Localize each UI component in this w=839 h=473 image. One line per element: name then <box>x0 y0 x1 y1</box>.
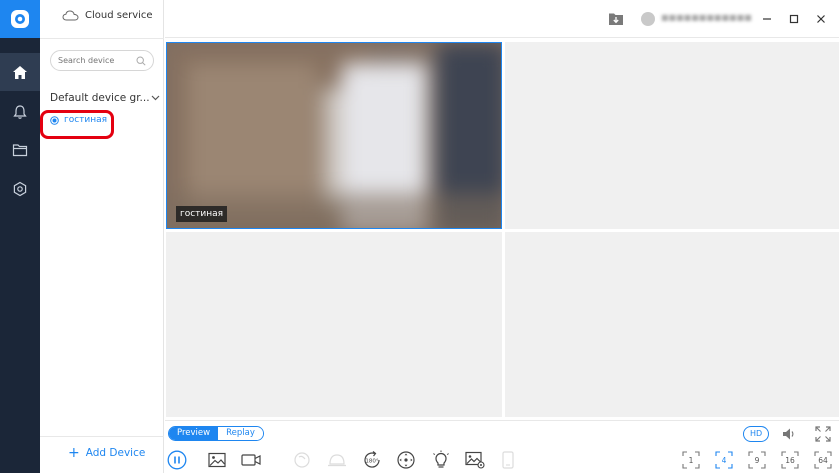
split-16-button[interactable]: 16 <box>781 451 799 469</box>
add-device-label: Add Device <box>85 447 146 459</box>
minimize-icon[interactable] <box>758 10 776 28</box>
search-input[interactable] <box>58 56 136 65</box>
split-64-button[interactable]: 64 <box>814 451 832 469</box>
cloud-icon <box>62 10 79 21</box>
split-9-label: 9 <box>754 455 760 465</box>
download-icon[interactable] <box>608 11 624 30</box>
username[interactable]: ■■■■■■■■■■■■ <box>661 13 752 22</box>
direction-icon[interactable] <box>396 450 416 470</box>
plus-icon: + <box>68 445 80 461</box>
ptz-icon <box>327 450 347 470</box>
app-logo-icon <box>0 0 40 38</box>
hd-toggle[interactable]: HD <box>743 426 770 442</box>
video-cell-4[interactable] <box>505 232 839 417</box>
pause-icon[interactable] <box>167 450 187 470</box>
maximize-icon[interactable] <box>785 10 803 28</box>
add-device-button[interactable]: + Add Device <box>68 445 146 461</box>
device-group-label: Default device gr... <box>50 92 150 104</box>
split-1-label: 1 <box>688 455 694 465</box>
svg-text:180°: 180° <box>365 459 378 465</box>
nav-rail <box>0 0 40 473</box>
divider <box>40 436 164 437</box>
annotation-highlight <box>40 110 114 139</box>
tab-replay[interactable]: Replay <box>218 427 263 440</box>
cloud-service-label: Cloud service <box>85 10 153 21</box>
light-icon[interactable] <box>431 450 451 470</box>
bell-icon[interactable] <box>0 93 40 131</box>
camera-name-label: гостиная <box>176 206 228 222</box>
video-cell-1[interactable]: гостиная <box>166 42 502 229</box>
tab-preview[interactable]: Preview <box>169 427 219 440</box>
cloud-service-button[interactable]: Cloud service <box>62 10 153 21</box>
snapshot-icon[interactable] <box>207 450 227 470</box>
record-icon[interactable] <box>241 450 261 470</box>
image-settings-icon[interactable] <box>465 450 485 470</box>
bottom-toolbar: Preview Replay HD 180° 1 4 9 16 64 <box>165 420 839 473</box>
phone-icon <box>498 450 518 470</box>
avatar[interactable] <box>641 12 655 26</box>
split-16-label: 16 <box>785 455 795 465</box>
search-box <box>50 50 154 71</box>
search-icon[interactable] <box>136 55 146 66</box>
app-window: Cloud service Default device gr... гости… <box>0 0 839 473</box>
chevron-down-icon[interactable] <box>151 95 160 101</box>
divider <box>40 38 164 39</box>
camera-feed <box>167 43 501 228</box>
folder-icon[interactable] <box>0 131 40 169</box>
home-icon[interactable] <box>0 53 40 91</box>
device-group[interactable]: Default device gr... <box>50 92 160 104</box>
rotate-180-icon[interactable]: 180° <box>362 450 382 470</box>
video-grid: гостиная <box>165 39 839 420</box>
close-icon[interactable] <box>812 10 830 28</box>
mode-tabs: Preview Replay <box>168 426 264 441</box>
split-1-button[interactable]: 1 <box>682 451 700 469</box>
device-panel: Cloud service Default device gr... гости… <box>40 0 164 473</box>
volume-icon[interactable] <box>779 424 799 444</box>
settings-icon[interactable] <box>0 170 40 208</box>
top-bar: ■■■■■■■■■■■■ <box>165 0 839 38</box>
split-9-button[interactable]: 9 <box>748 451 766 469</box>
split-4-button[interactable]: 4 <box>715 451 733 469</box>
split-4-label: 4 <box>721 455 727 465</box>
split-64-label: 64 <box>818 455 828 465</box>
fullscreen-top-icon[interactable] <box>813 424 833 444</box>
video-cell-3[interactable] <box>166 232 502 417</box>
video-cell-2[interactable] <box>505 42 839 229</box>
talk-icon <box>292 450 312 470</box>
